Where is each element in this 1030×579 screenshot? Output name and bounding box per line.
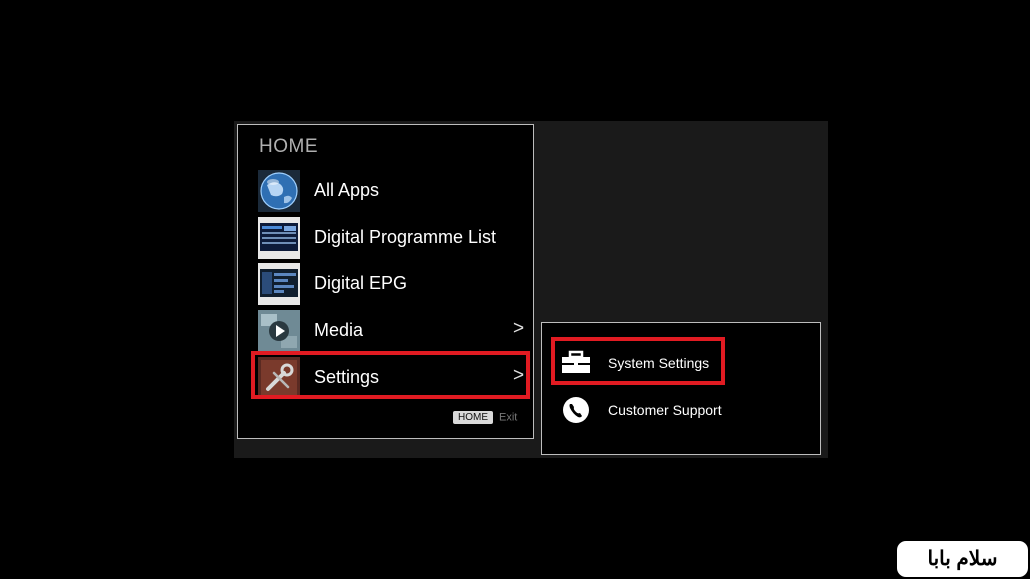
menu-item-media[interactable]: Media > xyxy=(257,307,524,353)
media-thumbnail-icon xyxy=(258,310,300,352)
menu-item-label: All Apps xyxy=(314,180,380,200)
chevron-right-icon: > xyxy=(513,318,525,339)
epg-thumbnail-icon xyxy=(258,263,300,305)
home-menu-title: HOME xyxy=(259,136,318,157)
globe-icon xyxy=(258,170,300,212)
exit-hint-label: Exit xyxy=(499,411,518,424)
watermark-logo: سلام بابا xyxy=(897,541,1028,577)
submenu-item-label: Customer Support xyxy=(608,402,722,418)
home-key-badge: HOME xyxy=(453,411,493,424)
menu-item-digital-epg[interactable]: Digital EPG xyxy=(257,260,519,306)
menu-item-label: Digital Programme List xyxy=(314,227,497,247)
menu-item-label: Media xyxy=(314,320,364,340)
exit-hint: HOME Exit xyxy=(453,411,517,424)
menu-item-all-apps[interactable]: All Apps xyxy=(257,167,519,213)
system-settings-selection-highlight xyxy=(551,337,725,385)
menu-item-digital-programme-list[interactable]: Digital Programme List xyxy=(257,214,519,260)
settings-selection-highlight xyxy=(251,351,530,399)
programme-list-thumbnail-icon xyxy=(258,217,300,259)
submenu-item-customer-support[interactable]: Customer Support xyxy=(560,394,810,424)
menu-item-label: Digital EPG xyxy=(314,273,408,293)
phone-icon xyxy=(560,396,592,424)
